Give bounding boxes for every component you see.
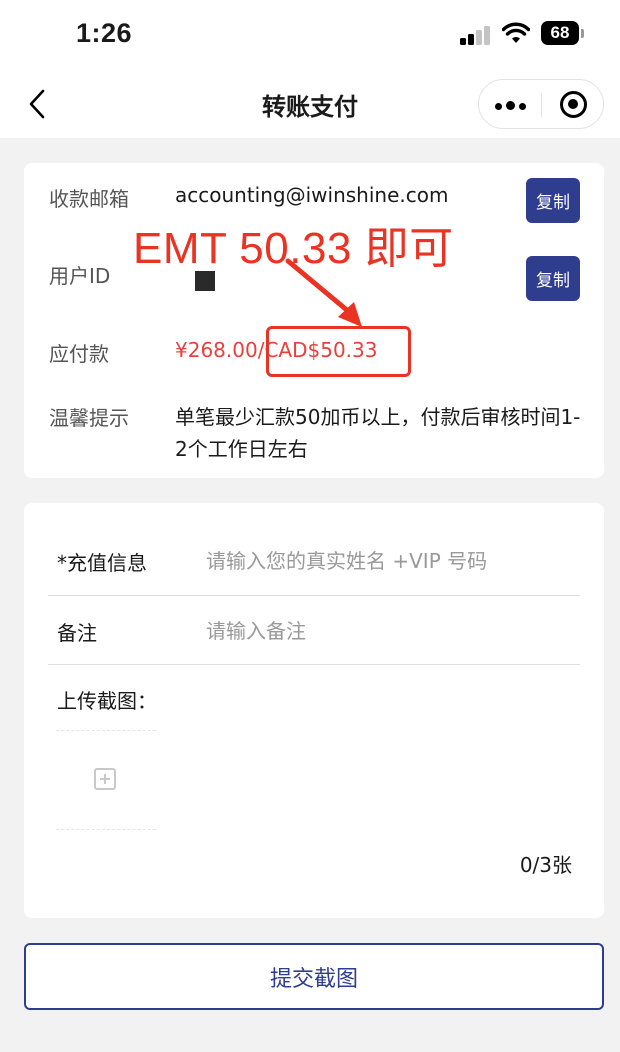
wifi-icon: [502, 22, 530, 43]
target-circle-icon: [559, 90, 587, 118]
user-id-label: 用户ID: [49, 264, 111, 288]
form-divider: [48, 595, 580, 596]
recharge-form-card: *充值信息 备注 上传截图： 0/3张: [24, 503, 604, 918]
recharge-info-label: *充值信息: [57, 551, 147, 575]
miniprogram-capsule: [478, 79, 604, 129]
copy-user-id-button[interactable]: 复制: [526, 256, 580, 301]
cellular-signal-icon: [460, 25, 492, 45]
status-bar: 1:26 68: [0, 0, 620, 70]
add-image-icon: [94, 768, 116, 790]
email-label: 收款邮箱: [49, 187, 129, 211]
copy-email-button[interactable]: 复制: [526, 178, 580, 223]
hint-text: 单笔最少汇款50加币以上，付款后审核时间1-2个工作日左右: [175, 405, 581, 461]
amount-label: 应付款: [49, 342, 109, 366]
battery-icon: 68: [541, 21, 579, 45]
form-divider: [48, 664, 580, 665]
annotation-arrow-icon: [285, 258, 362, 327]
note-label: 备注: [57, 621, 97, 645]
hint-label: 温馨提示: [49, 406, 129, 430]
close-miniprogram-button[interactable]: [542, 80, 604, 128]
more-button[interactable]: [479, 80, 541, 128]
upload-counter: 0/3张: [519, 853, 572, 877]
status-time: 1:26: [76, 18, 133, 48]
upload-label: 上传截图：: [57, 689, 157, 713]
note-input[interactable]: [206, 611, 576, 651]
nav-bar: 转账支付: [0, 70, 620, 138]
submit-screenshot-button[interactable]: 提交截图: [24, 943, 604, 1010]
battery-tip: [581, 29, 584, 38]
more-dots-icon: [493, 95, 528, 114]
annotation-highlight-box: [266, 326, 411, 377]
recharge-info-input[interactable]: [206, 541, 576, 581]
email-value: accounting@iwinshine.com: [175, 183, 449, 207]
upload-screenshot-button[interactable]: [56, 730, 156, 830]
